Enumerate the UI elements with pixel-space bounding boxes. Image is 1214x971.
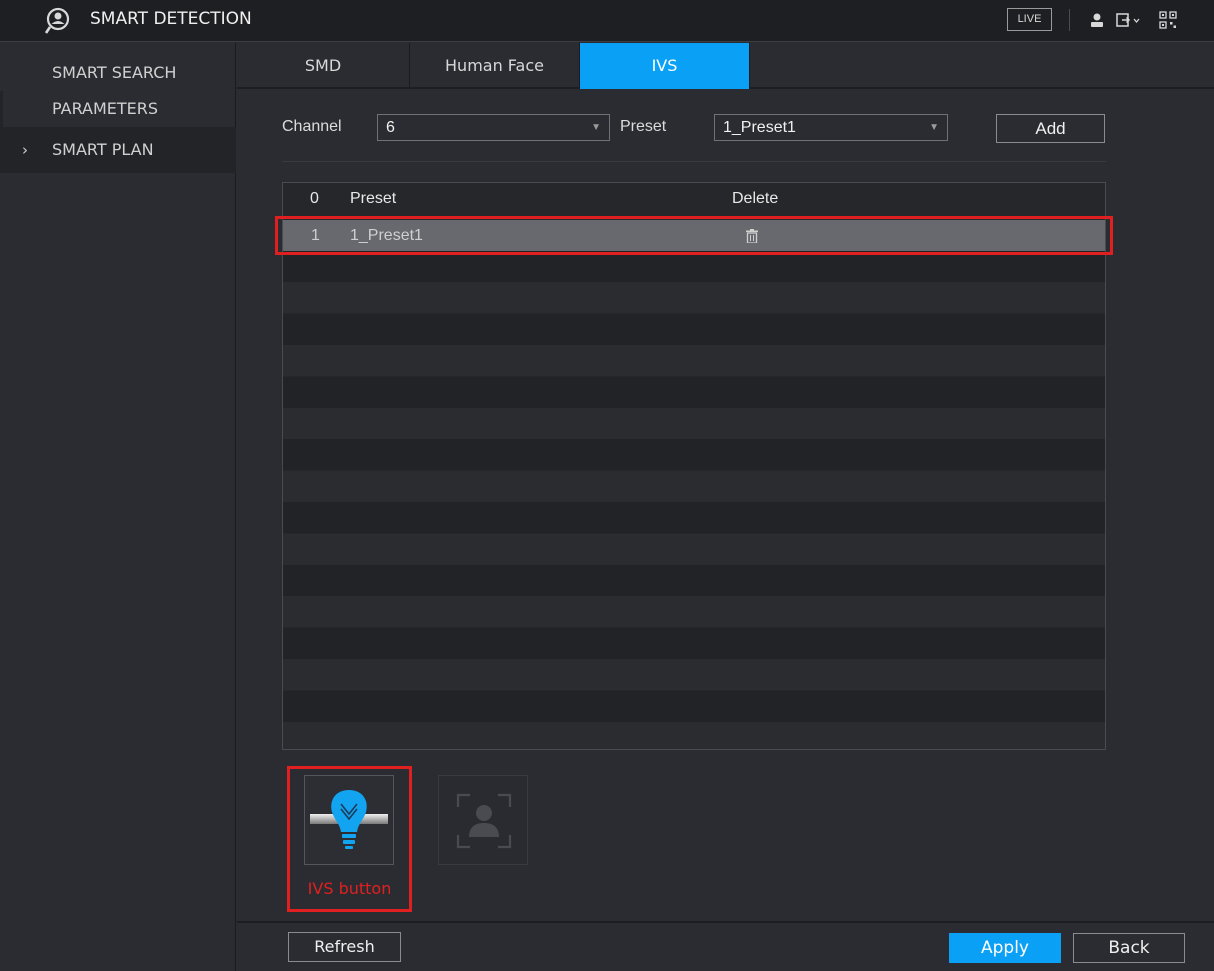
tab-bar: SMD Human Face IVS [237,43,1214,89]
tab-ivs[interactable]: IVS [580,43,750,89]
header-bar: SMART DETECTION LIVE [0,0,1214,42]
channel-label: Channel [282,118,342,135]
chevron-right-icon: › [22,141,28,159]
empty-table-row [283,408,1105,439]
sidebar-item-label: SMART PLAN [52,140,154,159]
qr-code-icon[interactable] [1158,10,1178,30]
column-header-delete: Delete [732,190,779,207]
empty-table-row [283,722,1105,749]
footer-bar: Refresh Apply Back [237,921,1214,971]
empty-table-row [283,282,1105,314]
empty-table-row [283,596,1105,628]
empty-table-row [283,470,1105,502]
dropdown-arrow-icon: ▼ [591,122,601,133]
empty-table-row [283,313,1105,345]
tab-human-face[interactable]: Human Face [410,43,580,89]
empty-table-row [283,376,1105,408]
sidebar-item-smart-plan[interactable]: › SMART PLAN [0,127,236,173]
header-separator [1069,9,1070,31]
sidebar: SMART SEARCH PARAMETERS › SMART PLAN [0,43,236,971]
empty-table-row [283,439,1105,471]
row-highlight-box [275,216,1113,255]
column-header-preset: Preset [350,190,397,207]
empty-table-row [283,345,1105,377]
empty-table-row [283,627,1105,659]
empty-table-row [283,690,1105,722]
preset-select[interactable]: 1_Preset1 ▼ [714,114,948,141]
preset-value: 1_Preset1 [723,119,796,136]
sidebar-item-smart-search-parameters[interactable]: SMART SEARCH PARAMETERS [52,55,232,127]
channel-select[interactable]: 6 ▼ [377,114,610,141]
ivs-highlight-box [287,766,412,912]
channel-value: 6 [386,119,395,136]
live-button[interactable]: LIVE [1007,8,1052,31]
preset-table: 0 Preset Delete 1 1_Preset1 [282,182,1106,750]
preset-label: Preset [620,118,667,135]
page-title: SMART DETECTION [90,9,252,29]
column-header-index: 0 [310,190,319,207]
empty-table-row [283,251,1105,282]
refresh-button[interactable]: Refresh [288,932,401,962]
empty-table-row [283,565,1105,596]
dropdown-arrow-icon: ▼ [929,122,939,133]
face-detection-icon [456,793,512,849]
empty-table-row [283,533,1105,565]
apply-button[interactable]: Apply [949,933,1061,963]
sidebar-item-label: PARAMETERS [52,99,159,118]
empty-table-row [283,659,1105,691]
add-button[interactable]: Add [996,114,1105,143]
main-content: Channel 6 ▼ Preset 1_Preset1 ▼ Add 0 Pre… [237,91,1214,921]
smart-detection-icon [44,7,70,34]
back-button[interactable]: Back [1073,933,1185,963]
sidebar-marker [0,91,3,127]
sidebar-item-label: SMART SEARCH [52,63,177,82]
user-icon[interactable] [1087,10,1107,30]
form-divider [282,161,1106,162]
face-detection-button[interactable] [438,775,528,865]
empty-table-row [283,502,1105,534]
tab-smd[interactable]: SMD [237,43,410,89]
logout-icon[interactable] [1115,10,1141,30]
